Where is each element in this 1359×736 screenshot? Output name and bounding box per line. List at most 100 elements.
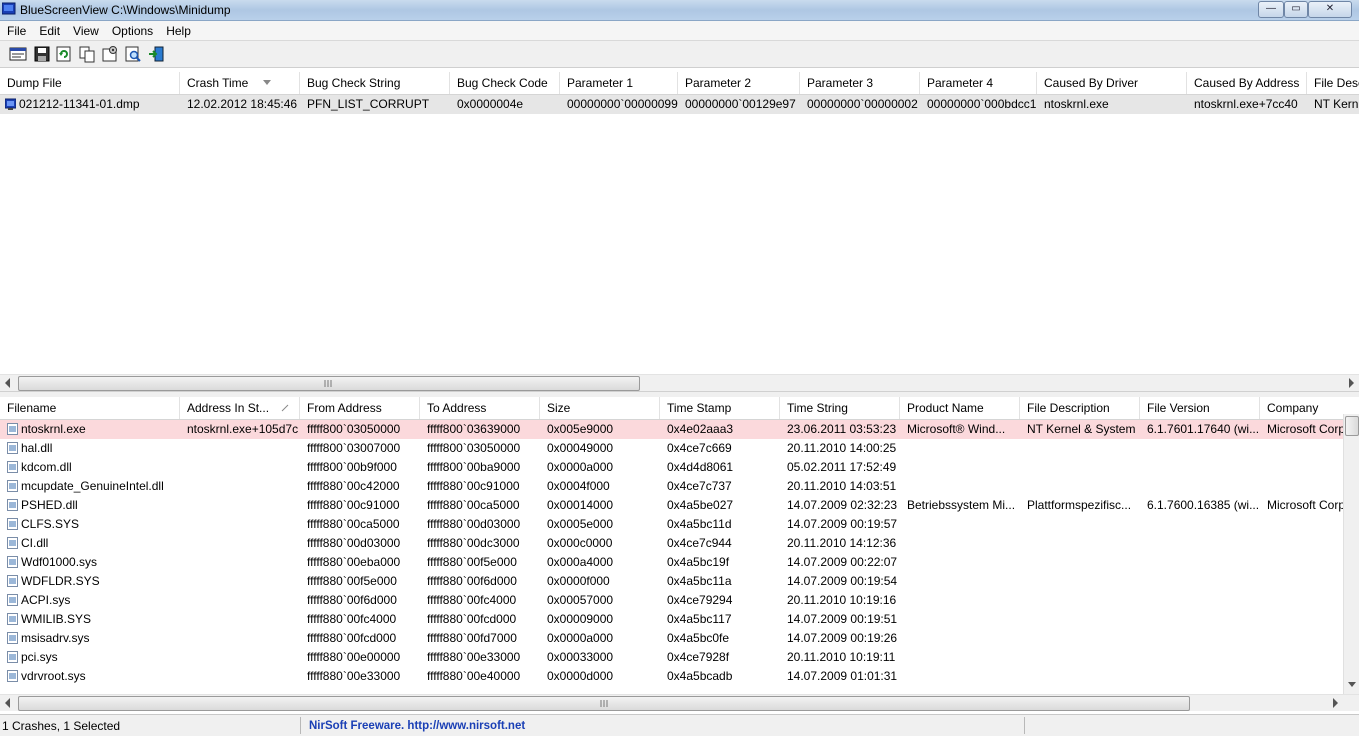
title-bar: BlueScreenView C:\Windows\Minidump — ▭ ✕: [0, 0, 1359, 21]
refresh-icon[interactable]: [55, 45, 73, 63]
col-file-description[interactable]: File Description: [1307, 72, 1359, 94]
cell-filename: ACPI.sys: [0, 591, 180, 610]
cell-product-name: [900, 648, 1020, 667]
cell-file-version: [1140, 667, 1260, 686]
crash-row[interactable]: 021212-11341-01.dmp 12.02.2012 18:45:46 …: [0, 95, 1359, 114]
col-to-address[interactable]: To Address: [420, 397, 540, 419]
col-address-in-stack[interactable]: Address In St...: [180, 397, 300, 419]
table-row[interactable]: msisadrv.sys fffff880`00fcd000 fffff880`00…: [0, 629, 1343, 648]
menu-view[interactable]: View: [66, 21, 105, 38]
close-button[interactable]: ✕: [1308, 1, 1352, 18]
col-dump-file[interactable]: Dump File: [0, 72, 180, 94]
maximize-button[interactable]: ▭: [1284, 1, 1308, 18]
cell-parameter-3: 00000000`00000002: [807, 97, 918, 111]
cell-file-description: [1020, 648, 1140, 667]
cell-product-name: [900, 553, 1020, 572]
minimize-button[interactable]: —: [1258, 1, 1284, 18]
options-icon[interactable]: [9, 45, 27, 63]
col-product-name[interactable]: Product Name: [900, 397, 1020, 419]
col-size[interactable]: Size: [540, 397, 660, 419]
table-row[interactable]: Wdf01000.sys fffff880`00eba000 fffff880`00…: [0, 553, 1343, 572]
scroll-thumb[interactable]: [18, 376, 640, 391]
cell-file-version: 6.1.7601.17640 (wi...: [1147, 422, 1260, 436]
col-company[interactable]: Company: [1260, 397, 1343, 419]
toolbar: [0, 41, 1359, 68]
nirsoft-link[interactable]: NirSoft Freeware. http://www.nirsoft.net: [307, 717, 525, 735]
module-list-hscrollbar[interactable]: [0, 694, 1359, 711]
status-summary: 1 Crashes, 1 Selected: [2, 719, 121, 733]
cell-filename: WMILIB.SYS: [0, 610, 180, 629]
col-parameter-3[interactable]: Parameter 3: [800, 72, 920, 94]
module-file-icon: [7, 594, 18, 606]
cell-parameter-4: 00000000`000bdcc1: [927, 97, 1037, 111]
table-row[interactable]: WMILIB.SYS fffff880`00fc4000 fffff880`00fc…: [0, 610, 1343, 629]
table-row[interactable]: ntoskrnl.exe ntoskrnl.exe+105d7c fffff800`…: [0, 420, 1343, 439]
scroll-down-icon[interactable]: [1348, 682, 1356, 687]
table-row[interactable]: CLFS.SYS fffff880`00ca5000 fffff880`00d030…: [0, 515, 1343, 534]
table-row[interactable]: vdrvroot.sys fffff880`00e33000 fffff880`00…: [0, 667, 1343, 686]
cell-company: [1260, 515, 1343, 534]
table-row[interactable]: mcupdate_GenuineIntel.dll fffff880`00c420…: [0, 477, 1343, 496]
vscroll-thumb[interactable]: [1345, 416, 1359, 436]
scroll-right-icon[interactable]: [1333, 698, 1338, 708]
module-file-icon: [7, 442, 18, 454]
cell-from-address: fffff800`03007000: [307, 441, 401, 455]
table-row[interactable]: kdcom.dll fffff800`00b9f000 fffff800`00ba9…: [0, 458, 1343, 477]
cell-file-description: [1020, 439, 1140, 458]
cell-caused-by-address: ntoskrnl.exe+7cc40: [1194, 97, 1298, 111]
menu-help[interactable]: Help: [159, 21, 197, 38]
table-row[interactable]: hal.dll fffff800`03007000 fffff800`0305000…: [0, 439, 1343, 458]
cell-filename: PSHED.dll: [0, 496, 180, 515]
col-bug-check-string[interactable]: Bug Check String: [300, 72, 450, 94]
col-time-stamp[interactable]: Time Stamp: [660, 397, 780, 419]
col-file-version[interactable]: File Version: [1140, 397, 1260, 419]
scroll-right-icon[interactable]: [1349, 378, 1354, 388]
cell-time-string: 20.11.2010 10:19:16: [787, 593, 897, 607]
cell-time-string: 14.07.2009 00:19:51: [787, 612, 898, 626]
scroll-left-icon[interactable]: [5, 378, 10, 388]
cell-product-name: [900, 610, 1020, 629]
crash-list-hscrollbar[interactable]: [0, 374, 1359, 391]
menu-file[interactable]: File: [0, 21, 32, 38]
save-icon[interactable]: [33, 45, 51, 63]
cell-to-address: fffff880`00dc3000: [427, 536, 520, 550]
scroll-left-icon[interactable]: [5, 698, 10, 708]
module-file-icon: [7, 518, 18, 530]
col-bug-check-code[interactable]: Bug Check Code: [450, 72, 560, 94]
scroll-thumb[interactable]: [18, 696, 1190, 711]
cell-address-in-stack: [180, 591, 300, 610]
cell-filename-text: hal.dll: [21, 441, 53, 455]
cell-company: [1260, 458, 1343, 477]
cell-time-string: 20.11.2010 14:12:36: [787, 536, 897, 550]
grip-icon: [324, 380, 332, 387]
table-row[interactable]: ACPI.sys fffff880`00f6d000 fffff880`00fc40…: [0, 591, 1343, 610]
col-file-description[interactable]: File Description: [1020, 397, 1140, 419]
exit-icon[interactable]: [147, 45, 165, 63]
col-caused-by-driver[interactable]: Caused By Driver: [1037, 72, 1187, 94]
menu-options[interactable]: Options: [105, 21, 159, 38]
cell-size: 0x00057000: [547, 593, 614, 607]
menu-edit[interactable]: Edit: [32, 21, 66, 38]
cell-file-description: Plattformspezifisc...: [1027, 498, 1132, 512]
col-caused-by-address[interactable]: Caused By Address: [1187, 72, 1307, 94]
table-row[interactable]: WDFLDR.SYS fffff880`00f5e000 fffff880`00f6…: [0, 572, 1343, 591]
table-row[interactable]: PSHED.dll fffff880`00c91000 fffff880`00ca5…: [0, 496, 1343, 515]
col-parameter-2[interactable]: Parameter 2: [678, 72, 800, 94]
module-list-vscrollbar[interactable]: [1343, 414, 1359, 694]
cell-from-address: fffff880`00e33000: [307, 669, 401, 683]
col-parameter-1[interactable]: Parameter 1: [560, 72, 678, 94]
cell-to-address: fffff880`00e40000: [427, 669, 521, 683]
table-row[interactable]: CI.dll fffff880`00d03000 fffff880`00dc3000…: [0, 534, 1343, 553]
table-row[interactable]: pci.sys fffff880`00e00000 fffff880`00e3300…: [0, 648, 1343, 667]
col-crash-time[interactable]: Crash Time: [180, 72, 300, 94]
cell-to-address: fffff880`00d03000: [427, 517, 521, 531]
module-file-icon: [7, 461, 18, 473]
find-icon[interactable]: [124, 45, 142, 63]
copy-icon[interactable]: [78, 45, 96, 63]
col-filename[interactable]: Filename: [0, 397, 180, 419]
col-parameter-4[interactable]: Parameter 4: [920, 72, 1037, 94]
properties-icon[interactable]: [101, 45, 119, 63]
col-from-address[interactable]: From Address: [300, 397, 420, 419]
cell-dump-file-text: 021212-11341-01.dmp: [19, 97, 140, 111]
col-time-string[interactable]: Time String: [780, 397, 900, 419]
